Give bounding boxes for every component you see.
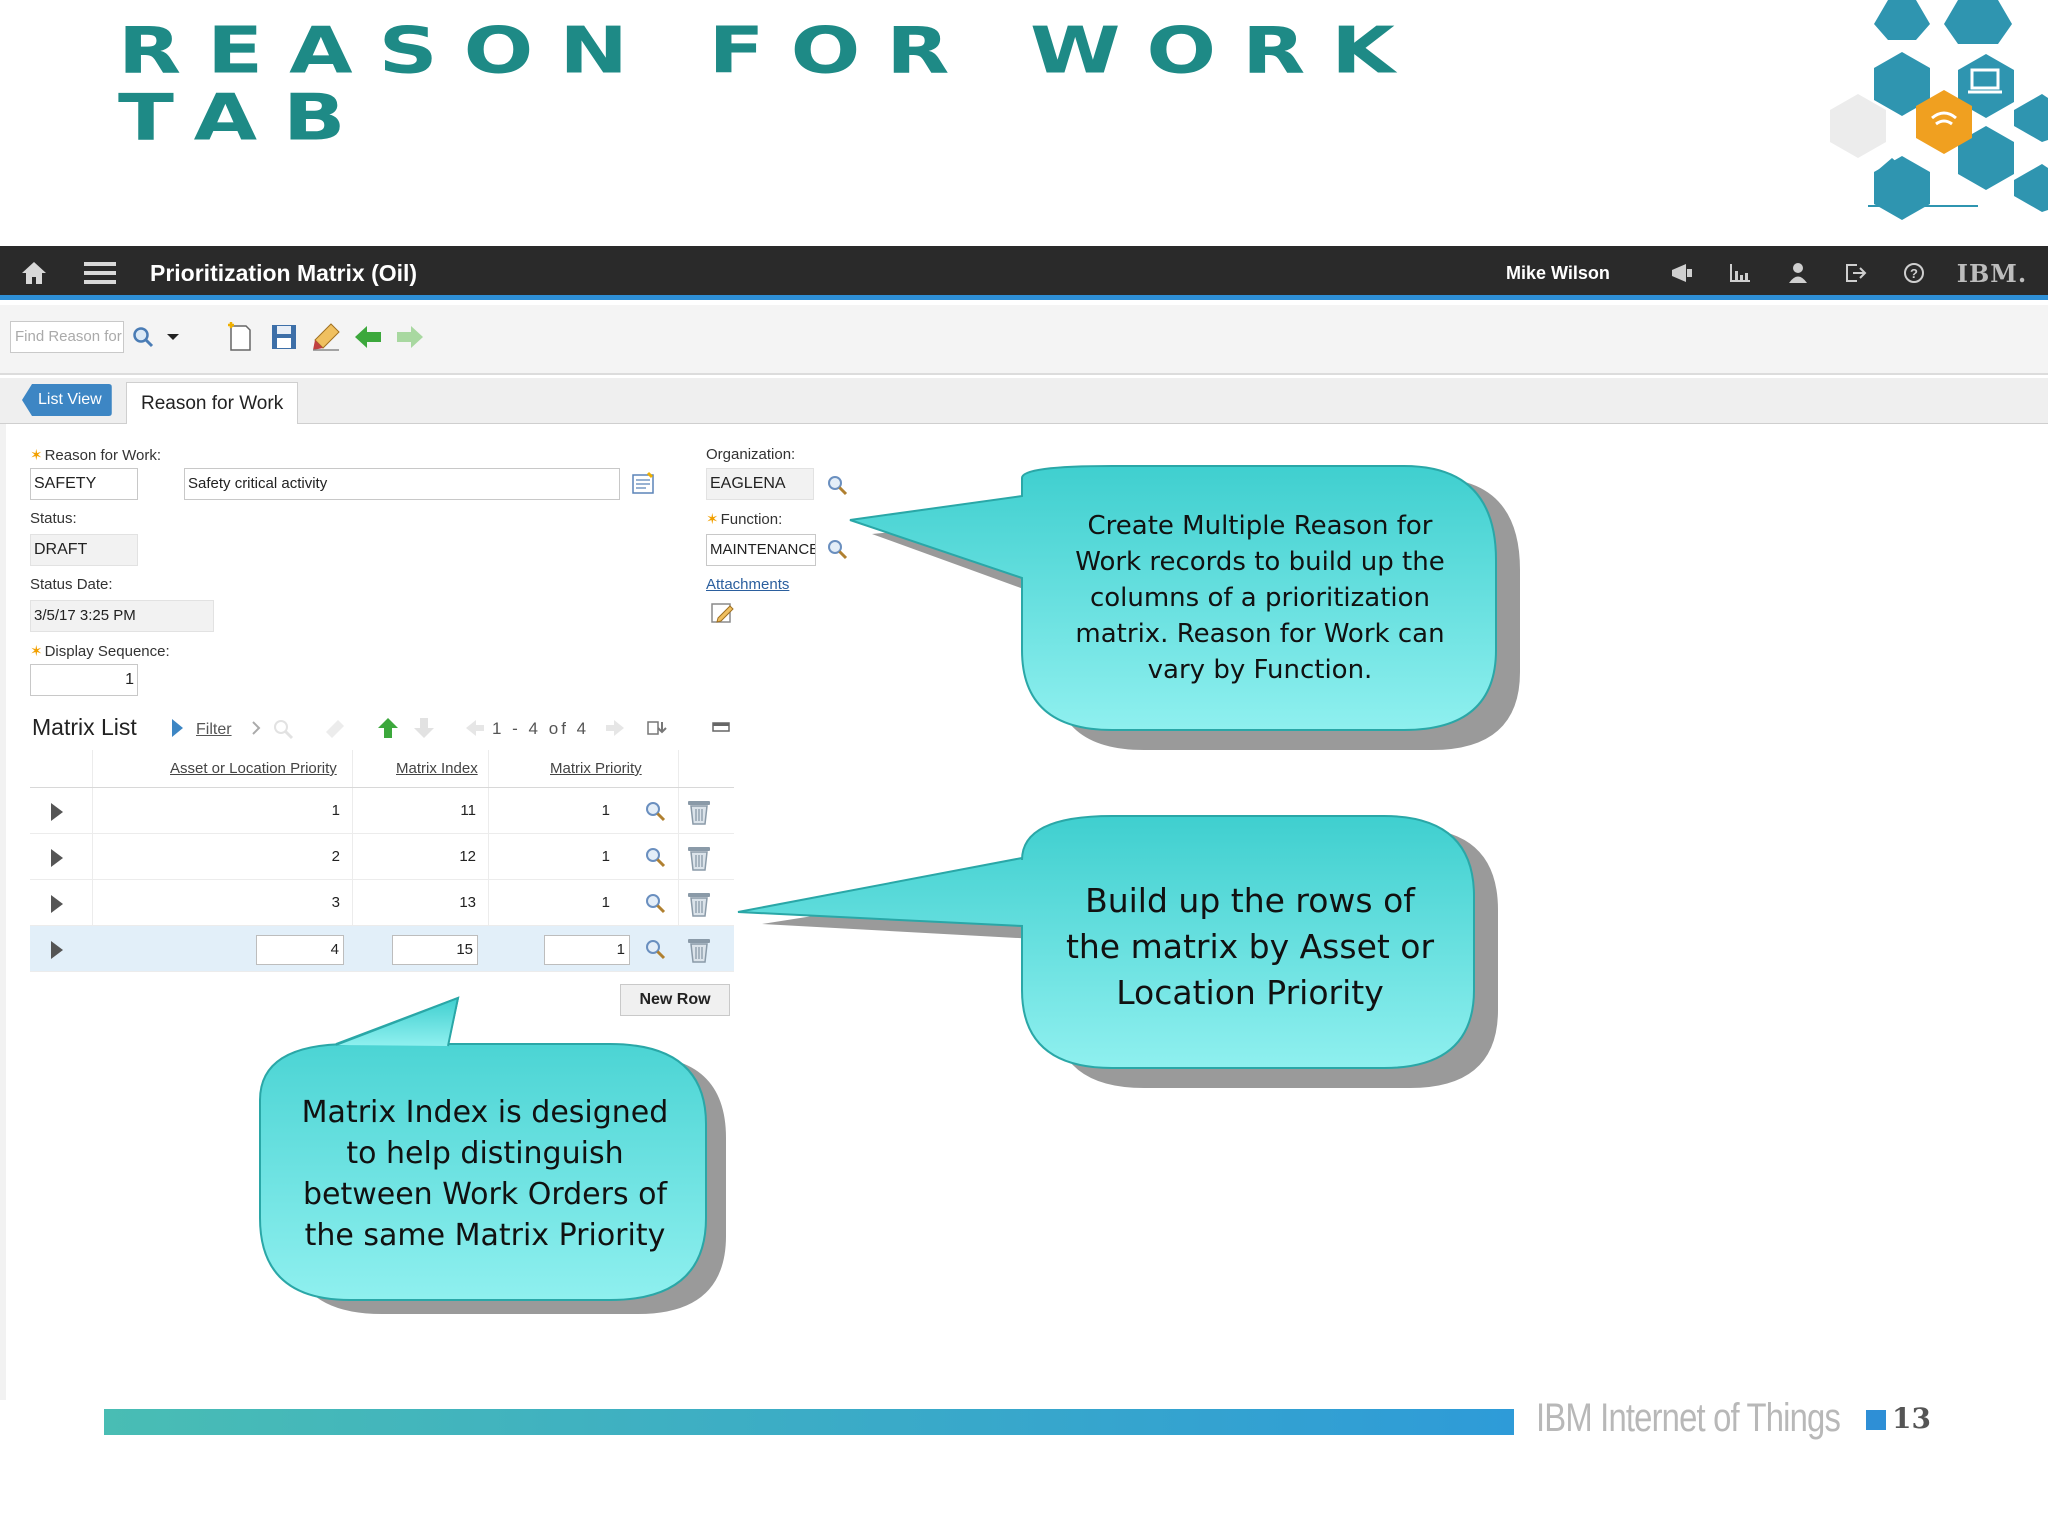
callout-columns-text: Create Multiple Reason for Work records …	[1075, 511, 1445, 685]
footer-brand: IBM Internet of Things	[1536, 1396, 1841, 1440]
footer-gradient-bar	[104, 1409, 1514, 1435]
callout-index-text: Matrix Index is designed to help disting…	[301, 1095, 669, 1253]
page-number: 13	[1892, 1402, 1931, 1435]
callout-layer	[259, 465, 1520, 1314]
footer-square	[1866, 1410, 1886, 1430]
callout-rows-text: Build up the rows of the matrix by Asset…	[1065, 881, 1435, 1012]
